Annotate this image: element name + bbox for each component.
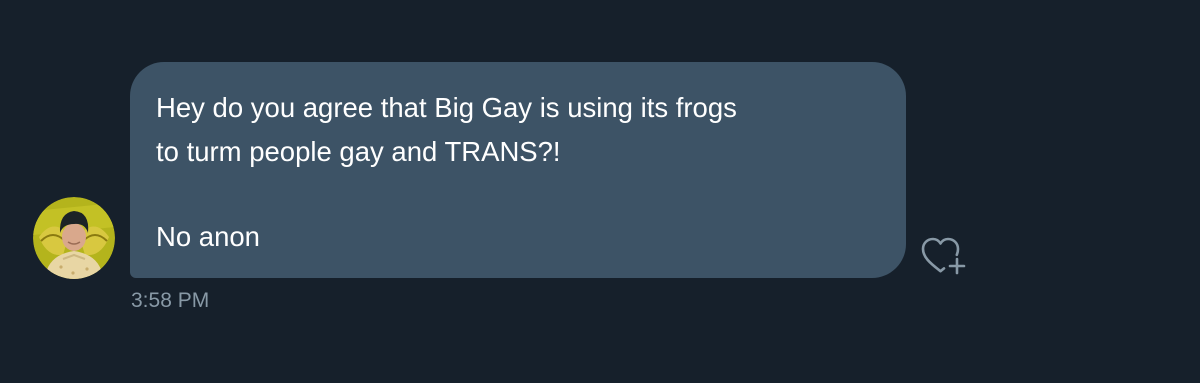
message-text-line: to turm people gay and TRANS?! (156, 136, 561, 167)
message-text-line: Hey do you agree that Big Gay is using i… (156, 92, 737, 123)
message-text-line: No anon (156, 221, 260, 252)
message-bubble[interactable]: Hey do you agree that Big Gay is using i… (130, 62, 906, 278)
avatar-image (33, 197, 115, 279)
heart-plus-icon (921, 237, 966, 275)
like-button[interactable] (918, 232, 974, 282)
message-timestamp: 3:58 PM (131, 289, 210, 312)
avatar[interactable] (33, 197, 115, 279)
